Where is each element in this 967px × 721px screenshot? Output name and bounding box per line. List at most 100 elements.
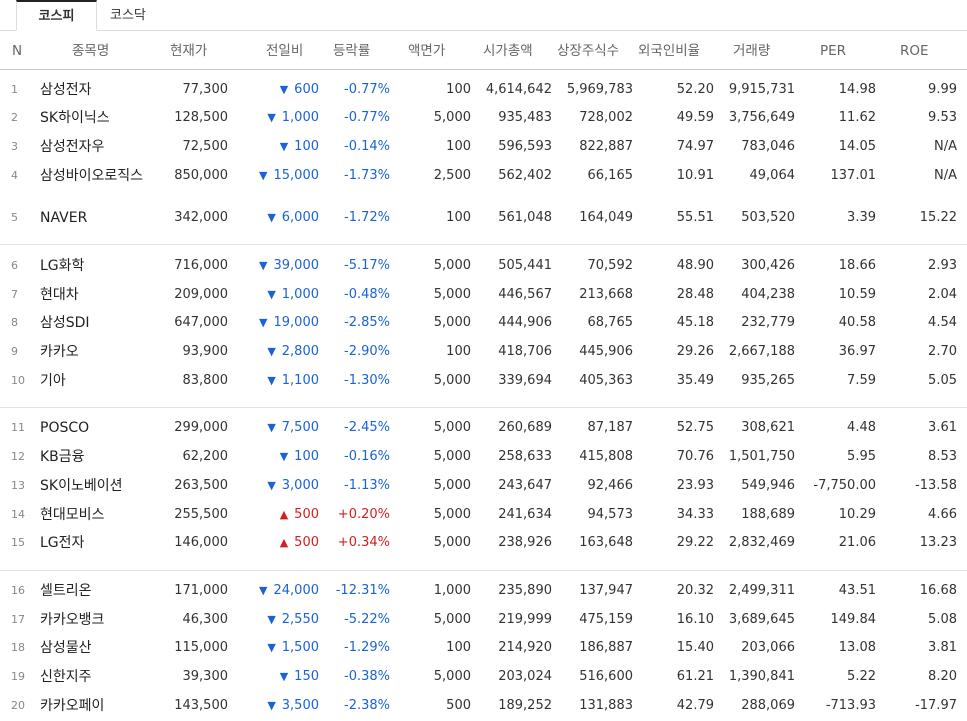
change-value: 150 — [294, 669, 319, 684]
volume-cell: 2,667,188 — [728, 344, 795, 359]
cap-cell: 444,906 — [498, 315, 552, 330]
foreign-cell: 61.21 — [676, 669, 714, 684]
shares-cell: 70,592 — [587, 258, 634, 273]
table-row: 6 LG화학 716,000 ▼ 39,000 -5.17% 5,000 505,441 70,… — [0, 255, 967, 281]
face-cell: 5,000 — [433, 535, 471, 550]
per-cell: 14.05 — [838, 139, 876, 154]
tab-kosdaq[interactable]: 코스닥 — [110, 0, 156, 30]
roe-cell: 2.93 — [928, 258, 957, 273]
shares-cell: 186,887 — [579, 640, 633, 655]
roe-cell: 3.61 — [928, 420, 957, 435]
foreign-cell: 45.18 — [676, 315, 714, 330]
shares-cell: 415,808 — [579, 449, 633, 464]
stock-name-link[interactable]: KB금융 — [40, 446, 160, 468]
stock-name-link[interactable]: 삼성바이오로직스 — [40, 165, 160, 187]
stock-name-link[interactable]: 현대모비스 — [40, 504, 160, 526]
stock-name-link[interactable]: 현대차 — [40, 284, 160, 306]
volume-cell: 503,520 — [741, 210, 795, 225]
foreign-cell: 52.20 — [676, 82, 714, 97]
change-cell: ▼ 1,100 — [267, 370, 319, 392]
foreign-cell: 55.51 — [676, 210, 714, 225]
stock-name-link[interactable]: LG화학 — [40, 255, 160, 277]
stock-name-link[interactable]: POSCO — [40, 417, 160, 439]
roe-cell: N/A — [934, 168, 957, 183]
stock-name-link[interactable]: 카카오 — [40, 341, 160, 363]
triangle-down-icon: ▼ — [259, 259, 268, 272]
rate-cell: +0.34% — [337, 535, 390, 550]
stock-name-link[interactable]: 삼성전자우 — [40, 136, 160, 158]
cap-cell: 243,647 — [498, 478, 552, 493]
change-value: 2,800 — [281, 344, 319, 359]
column-header-shares: 상장주식수 — [557, 43, 620, 59]
table-row: 4 삼성바이오로직스 850,000 ▼ 15,000 -1.73% 2,500 562,40… — [0, 165, 967, 191]
shares-cell: 131,883 — [579, 698, 633, 713]
roe-cell: 3.81 — [928, 640, 957, 655]
per-cell: 40.58 — [838, 315, 876, 330]
stock-name-link[interactable]: 기아 — [40, 370, 160, 392]
face-cell: 5,000 — [433, 449, 471, 464]
shares-cell: 66,165 — [587, 168, 634, 183]
cap-cell: 505,441 — [498, 258, 552, 273]
stock-name-link[interactable]: 삼성전자 — [40, 79, 160, 101]
table-row: 9 카카오 93,900 ▼ 2,800 -2.90% 100 418,706 445,906 2… — [0, 341, 967, 367]
price-cell: 46,300 — [182, 612, 229, 627]
face-cell: 5,000 — [433, 373, 471, 388]
roe-cell: 8.20 — [928, 669, 957, 684]
table-row: 20 카카오페이 143,500 ▼ 3,500 -2.38% 500 189,252 131,… — [0, 695, 967, 721]
roe-cell: 5.08 — [928, 612, 957, 627]
shares-cell: 445,906 — [579, 344, 633, 359]
roe-cell: 4.66 — [928, 507, 957, 522]
volume-cell: 404,238 — [741, 287, 795, 302]
row-number: 11 — [11, 421, 25, 434]
column-header-per: PER — [820, 43, 847, 59]
change-cell: ▼ 3,000 — [267, 475, 319, 497]
row-number: 9 — [11, 345, 18, 358]
cap-cell: 4,614,642 — [485, 82, 552, 97]
stock-name-link[interactable]: LG전자 — [40, 532, 160, 554]
price-cell: 299,000 — [174, 420, 228, 435]
roe-cell: 16.68 — [919, 583, 957, 598]
stock-name-link[interactable]: 삼성SDI — [40, 312, 160, 334]
triangle-down-icon: ▼ — [267, 374, 276, 387]
volume-cell: 300,426 — [741, 258, 795, 273]
price-cell: 128,500 — [174, 110, 228, 125]
change-cell: ▼ 2,800 — [267, 341, 319, 363]
column-header-change: 전일비 — [266, 43, 304, 59]
triangle-down-icon: ▼ — [267, 288, 276, 301]
face-cell: 5,000 — [433, 612, 471, 627]
stock-name-link[interactable]: 삼성물산 — [40, 637, 160, 659]
change-cell: ▼ 7,500 — [267, 417, 319, 439]
table-row: 15 LG전자 146,000 ▲ 500 +0.34% 5,000 238,926 163,6… — [0, 532, 967, 558]
stock-name-link[interactable]: 카카오뱅크 — [40, 609, 160, 631]
row-number: 17 — [11, 613, 25, 626]
table-row: 3 삼성전자우 72,500 ▼ 100 -0.14% 100 596,593 822,887 7… — [0, 136, 967, 162]
cap-cell: 339,694 — [498, 373, 552, 388]
stock-name-link[interactable]: SK이노베이션 — [40, 475, 160, 497]
group-divider — [0, 244, 967, 245]
price-cell: 716,000 — [174, 258, 228, 273]
per-cell: 18.66 — [838, 258, 876, 273]
stock-name-link[interactable]: 신한지주 — [40, 666, 160, 688]
stock-name-link[interactable]: SK하이닉스 — [40, 107, 160, 129]
volume-cell: 188,689 — [741, 507, 795, 522]
table-row: 18 삼성물산 115,000 ▼ 1,500 -1.29% 100 214,920 186,8… — [0, 637, 967, 663]
triangle-down-icon: ▼ — [279, 670, 289, 683]
triangle-down-icon: ▼ — [279, 83, 289, 96]
stock-name-link[interactable]: 셀트리온 — [40, 580, 160, 602]
foreign-cell: 48.90 — [676, 258, 714, 273]
rate-cell: +0.20% — [337, 507, 390, 522]
foreign-cell: 35.49 — [676, 373, 714, 388]
stock-name-link[interactable]: NAVER — [40, 207, 160, 229]
cap-cell: 241,634 — [498, 507, 552, 522]
per-cell: 21.06 — [838, 535, 876, 550]
stock-name-link[interactable]: 카카오페이 — [40, 695, 160, 717]
cap-cell: 418,706 — [498, 344, 552, 359]
row-number: 3 — [11, 140, 18, 153]
change-cell: ▼ 150 — [280, 666, 319, 688]
cap-cell: 189,252 — [498, 698, 552, 713]
face-cell: 100 — [446, 139, 471, 154]
per-cell: 43.51 — [838, 583, 876, 598]
tab-kospi[interactable]: 코스피 — [16, 0, 97, 31]
rate-cell: -0.77% — [344, 82, 390, 97]
foreign-cell: 29.22 — [676, 535, 714, 550]
